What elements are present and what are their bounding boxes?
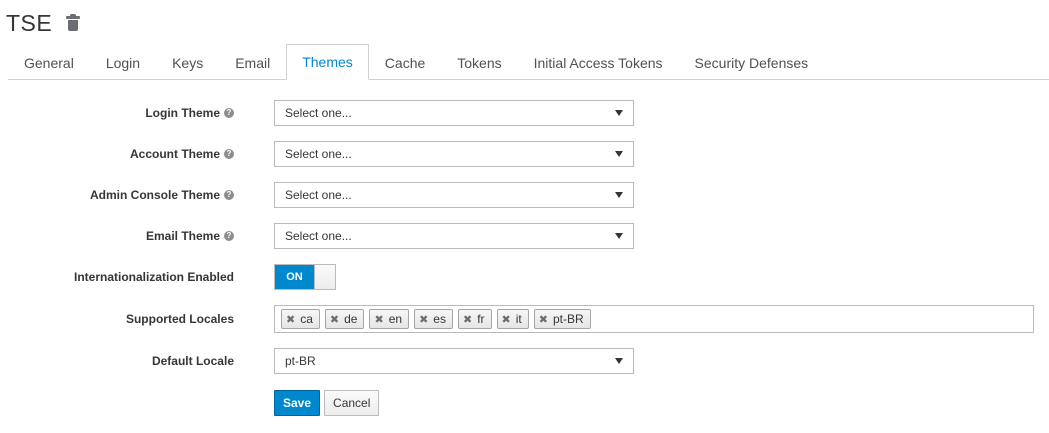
realm-tabs: General Login Keys Email Themes Cache To… (8, 44, 1049, 80)
login-theme-value: Select one... (285, 106, 352, 120)
locale-tag: ✖ de (324, 309, 365, 329)
account-theme-label: Account Theme ? (0, 147, 234, 161)
account-theme-select[interactable]: Select one... (274, 141, 634, 167)
help-icon[interactable]: ? (224, 108, 234, 118)
supported-locales-row: Supported Locales ✖ ca ✖ de ✖ en ✖ es ✖ fr ✖ i… (0, 305, 1049, 333)
locale-tag: ✖ pt-BR (533, 309, 591, 329)
default-locale-value: pt-BR (285, 354, 316, 368)
realm-title: TSE (6, 9, 53, 36)
admin-console-theme-row: Admin Console Theme ? Select one... (0, 182, 1049, 208)
tab-keys[interactable]: Keys (156, 45, 219, 80)
account-theme-value: Select one... (285, 147, 352, 161)
tab-general[interactable]: General (8, 45, 90, 80)
locale-tag: ✖ es (414, 309, 453, 329)
toggle-on-label: ON (275, 265, 314, 289)
i18n-row: Internationalization Enabled ON (0, 264, 1049, 290)
caret-down-icon (615, 192, 623, 198)
login-theme-select[interactable]: Select one... (274, 100, 634, 126)
locale-tag: ✖ fr (457, 309, 492, 329)
times-icon[interactable]: ✖ (463, 313, 472, 326)
tab-themes[interactable]: Themes (286, 44, 369, 80)
button-group: Save Cancel (274, 390, 380, 416)
times-icon[interactable]: ✖ (539, 313, 548, 326)
login-theme-label: Login Theme ? (0, 106, 234, 120)
help-icon[interactable]: ? (224, 231, 234, 241)
tab-login[interactable]: Login (90, 45, 156, 80)
caret-down-icon (615, 358, 623, 364)
supported-locales-label: Supported Locales (125, 312, 234, 326)
tab-tokens[interactable]: Tokens (441, 45, 517, 80)
realm-settings-page: TSE General Login Keys Email Themes Cach… (0, 0, 1049, 433)
caret-down-icon (615, 233, 623, 239)
admin-console-theme-value: Select one... (285, 188, 352, 202)
times-icon[interactable]: ✖ (330, 313, 339, 326)
tab-cache[interactable]: Cache (369, 45, 441, 80)
tab-initial-access-tokens[interactable]: Initial Access Tokens (518, 45, 679, 80)
locale-tag: ✖ en (369, 309, 410, 329)
email-theme-value: Select one... (285, 229, 352, 243)
i18n-label: Internationalization Enabled (73, 270, 234, 284)
form-actions: Save Cancel (0, 390, 1049, 416)
locale-tag: ✖ it (496, 309, 529, 329)
login-theme-row: Login Theme ? Select one... (0, 100, 1049, 126)
realm-header: TSE (6, 8, 81, 38)
default-locale-select[interactable]: pt-BR (274, 348, 634, 374)
caret-down-icon (615, 151, 623, 157)
supported-locales-input[interactable]: ✖ ca ✖ de ✖ en ✖ es ✖ fr ✖ it ✖ pt-BR (274, 305, 1034, 333)
times-icon[interactable]: ✖ (419, 313, 428, 326)
times-icon[interactable]: ✖ (286, 313, 295, 326)
cancel-button[interactable]: Cancel (324, 390, 380, 416)
admin-console-theme-label: Admin Console Theme ? (0, 188, 234, 202)
email-theme-select[interactable]: Select one... (274, 223, 634, 249)
i18n-toggle[interactable]: ON (274, 264, 336, 290)
save-button[interactable]: Save (274, 390, 321, 416)
default-locale-row: Default Locale pt-BR (0, 348, 1049, 374)
times-icon[interactable]: ✖ (502, 313, 511, 326)
caret-down-icon (615, 110, 623, 116)
email-theme-row: Email Theme ? Select one... (0, 223, 1049, 249)
help-icon[interactable]: ? (224, 190, 234, 200)
locale-tag: ✖ ca (281, 309, 320, 329)
toggle-knob (314, 265, 335, 289)
tab-email[interactable]: Email (219, 45, 286, 80)
help-icon[interactable]: ? (224, 149, 234, 159)
admin-console-theme-select[interactable]: Select one... (274, 182, 634, 208)
email-theme-label: Email Theme ? (0, 229, 234, 243)
tab-security-defenses[interactable]: Security Defenses (679, 45, 825, 80)
trash-icon[interactable] (66, 14, 81, 32)
times-icon[interactable]: ✖ (374, 313, 383, 326)
default-locale-label: Default Locale (151, 354, 234, 368)
account-theme-row: Account Theme ? Select one... (0, 141, 1049, 167)
